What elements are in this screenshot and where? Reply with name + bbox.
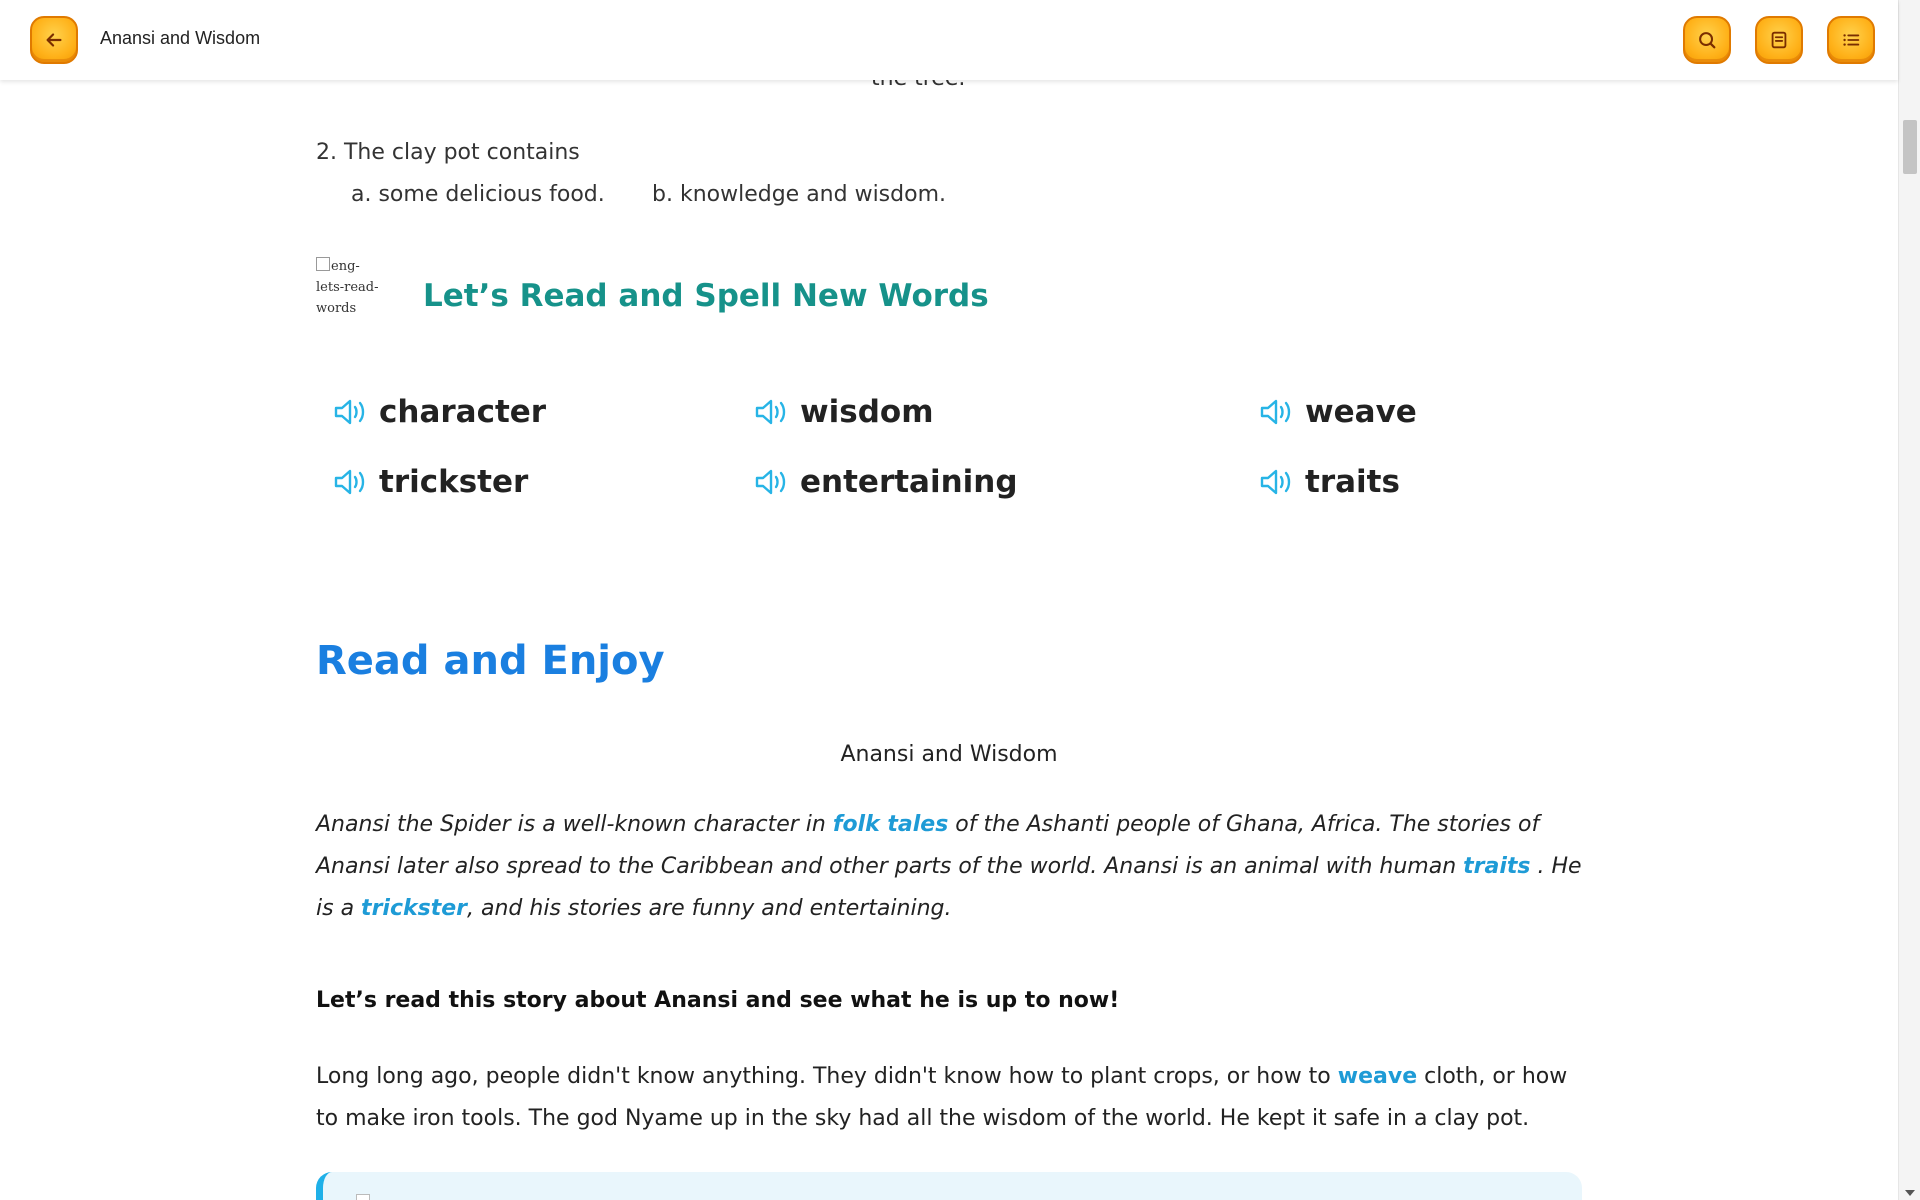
section-title: Let’s Read and Spell New Words (423, 278, 989, 314)
scrollbar-thumb[interactable] (1903, 120, 1917, 174)
vocab-word-label: weave (1305, 394, 1417, 430)
broken-image: eng-lets-read-words (316, 256, 386, 319)
vocab-word[interactable]: traits (1259, 464, 1400, 500)
arrow-left-icon (46, 33, 62, 47)
vocab-word[interactable]: character (333, 394, 546, 430)
keyword-link[interactable]: folk tales (833, 812, 948, 837)
broken-image-icon (316, 257, 330, 271)
page-title: Anansi and Wisdom (100, 28, 261, 48)
vocab-word-label: wisdom (800, 394, 934, 430)
quiz-option-a: a. some delicious food. (351, 182, 605, 207)
vocab-word-label: character (379, 394, 547, 430)
search-button[interactable] (1683, 16, 1731, 64)
vocab-word-label: entertaining (800, 464, 1018, 500)
scrollbar[interactable] (1898, 0, 1920, 1200)
vocab-word-label: traits (1305, 464, 1400, 500)
vocab-word[interactable]: wisdom (754, 394, 934, 430)
broken-image-icon (356, 1194, 370, 1200)
read-and-enjoy-heading: Read and Enjoy (316, 638, 665, 684)
vocab-word[interactable]: entertaining (754, 464, 1018, 500)
speaker-icon[interactable] (333, 397, 371, 427)
search-icon (1699, 32, 1716, 49)
notes-button[interactable] (1755, 16, 1803, 64)
quiz-question: 2. The clay pot contains (316, 140, 580, 165)
keyword-link[interactable]: weave (1338, 1064, 1417, 1089)
quiz-option-b: b. knowledge and wisdom. (652, 182, 946, 207)
speaker-icon[interactable] (1259, 397, 1297, 427)
keyword-link[interactable]: trickster (361, 896, 467, 921)
story-intro: Anansi the Spider is a well-known charac… (316, 804, 1582, 930)
notes-icon (1771, 31, 1787, 49)
intro-text: Anansi the Spider is a well-known charac… (316, 812, 833, 837)
intro-text: , and his stories are funny and entertai… (467, 896, 952, 921)
list-icon (1843, 34, 1860, 46)
top-bar: Anansi and Wisdom (0, 0, 1898, 80)
story-paragraph: Long long ago, people didn't know anythi… (316, 1056, 1582, 1140)
back-button[interactable] (30, 16, 78, 64)
speaker-icon[interactable] (754, 397, 792, 427)
paragraph-text: Long long ago, people didn't know anythi… (316, 1064, 1338, 1089)
table-of-contents-button[interactable] (1827, 16, 1875, 64)
keyword-link[interactable]: traits (1463, 854, 1530, 879)
speaker-icon[interactable] (1259, 467, 1297, 497)
story-lead: Let’s read this story about Anansi and s… (316, 988, 1120, 1013)
callout-box (316, 1172, 1582, 1200)
speaker-icon[interactable] (333, 467, 371, 497)
vocab-word[interactable]: weave (1259, 394, 1417, 430)
scroll-down-arrow-icon[interactable] (1905, 1190, 1915, 1196)
story-title: Anansi and Wisdom (840, 742, 1058, 767)
vocab-word[interactable]: trickster (333, 464, 528, 500)
vocab-word-label: trickster (379, 464, 529, 500)
speaker-icon[interactable] (754, 467, 792, 497)
